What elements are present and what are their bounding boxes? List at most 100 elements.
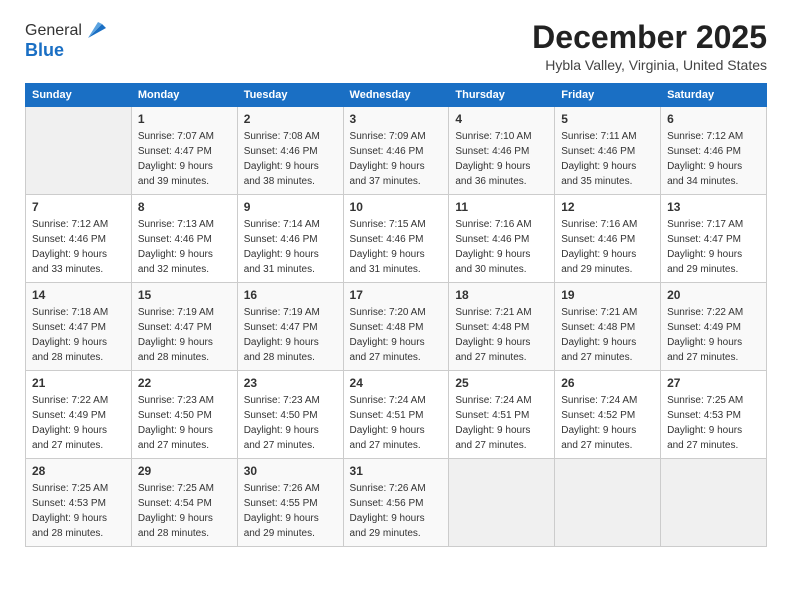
calendar-cell: 18 Sunrise: 7:21 AMSunset: 4:48 PMDaylig… xyxy=(449,283,555,371)
calendar-cell xyxy=(26,107,132,195)
day-number: 26 xyxy=(561,375,654,391)
day-sunrise: Sunrise: 7:16 AMSunset: 4:46 PMDaylight:… xyxy=(561,219,637,275)
day-sunrise: Sunrise: 7:20 AMSunset: 4:48 PMDaylight:… xyxy=(350,307,426,363)
day-number: 9 xyxy=(244,199,337,215)
day-sunrise: Sunrise: 7:22 AMSunset: 4:49 PMDaylight:… xyxy=(667,307,743,363)
day-number: 16 xyxy=(244,287,337,303)
calendar-cell: 31 Sunrise: 7:26 AMSunset: 4:56 PMDaylig… xyxy=(343,459,449,547)
day-sunrise: Sunrise: 7:26 AMSunset: 4:56 PMDaylight:… xyxy=(350,483,426,539)
calendar-cell: 30 Sunrise: 7:26 AMSunset: 4:55 PMDaylig… xyxy=(237,459,343,547)
calendar-cell: 6 Sunrise: 7:12 AMSunset: 4:46 PMDayligh… xyxy=(661,107,767,195)
col-thursday: Thursday xyxy=(449,84,555,107)
day-sunrise: Sunrise: 7:24 AMSunset: 4:52 PMDaylight:… xyxy=(561,395,637,451)
calendar-cell: 4 Sunrise: 7:10 AMSunset: 4:46 PMDayligh… xyxy=(449,107,555,195)
calendar-header: Sunday Monday Tuesday Wednesday Thursday… xyxy=(26,84,767,107)
calendar-cell: 23 Sunrise: 7:23 AMSunset: 4:50 PMDaylig… xyxy=(237,371,343,459)
day-sunrise: Sunrise: 7:12 AMSunset: 4:46 PMDaylight:… xyxy=(32,219,108,275)
day-number: 28 xyxy=(32,463,125,479)
day-number: 17 xyxy=(350,287,443,303)
calendar-cell: 20 Sunrise: 7:22 AMSunset: 4:49 PMDaylig… xyxy=(661,283,767,371)
day-sunrise: Sunrise: 7:16 AMSunset: 4:46 PMDaylight:… xyxy=(455,219,531,275)
day-number: 20 xyxy=(667,287,760,303)
day-number: 7 xyxy=(32,199,125,215)
header: General Blue December 2025 Hybla Valley,… xyxy=(25,20,767,73)
day-sunrise: Sunrise: 7:17 AMSunset: 4:47 PMDaylight:… xyxy=(667,219,743,275)
calendar-cell: 19 Sunrise: 7:21 AMSunset: 4:48 PMDaylig… xyxy=(555,283,661,371)
logo-blue-text: Blue xyxy=(25,40,106,61)
day-sunrise: Sunrise: 7:13 AMSunset: 4:46 PMDaylight:… xyxy=(138,219,214,275)
day-sunrise: Sunrise: 7:25 AMSunset: 4:53 PMDaylight:… xyxy=(667,395,743,451)
calendar-cell xyxy=(555,459,661,547)
day-sunrise: Sunrise: 7:19 AMSunset: 4:47 PMDaylight:… xyxy=(244,307,320,363)
calendar-week-3: 14 Sunrise: 7:18 AMSunset: 4:47 PMDaylig… xyxy=(26,283,767,371)
calendar-cell: 5 Sunrise: 7:11 AMSunset: 4:46 PMDayligh… xyxy=(555,107,661,195)
logo-icon xyxy=(84,20,106,42)
calendar-cell: 8 Sunrise: 7:13 AMSunset: 4:46 PMDayligh… xyxy=(131,195,237,283)
col-tuesday: Tuesday xyxy=(237,84,343,107)
calendar-cell: 2 Sunrise: 7:08 AMSunset: 4:46 PMDayligh… xyxy=(237,107,343,195)
day-sunrise: Sunrise: 7:14 AMSunset: 4:46 PMDaylight:… xyxy=(244,219,320,275)
day-sunrise: Sunrise: 7:24 AMSunset: 4:51 PMDaylight:… xyxy=(455,395,531,451)
col-monday: Monday xyxy=(131,84,237,107)
location-title: Hybla Valley, Virginia, United States xyxy=(532,57,767,73)
calendar-cell: 1 Sunrise: 7:07 AMSunset: 4:47 PMDayligh… xyxy=(131,107,237,195)
day-number: 14 xyxy=(32,287,125,303)
calendar-week-5: 28 Sunrise: 7:25 AMSunset: 4:53 PMDaylig… xyxy=(26,459,767,547)
calendar-cell: 26 Sunrise: 7:24 AMSunset: 4:52 PMDaylig… xyxy=(555,371,661,459)
day-number: 13 xyxy=(667,199,760,215)
col-wednesday: Wednesday xyxy=(343,84,449,107)
day-sunrise: Sunrise: 7:23 AMSunset: 4:50 PMDaylight:… xyxy=(138,395,214,451)
calendar-cell: 16 Sunrise: 7:19 AMSunset: 4:47 PMDaylig… xyxy=(237,283,343,371)
calendar-cell: 9 Sunrise: 7:14 AMSunset: 4:46 PMDayligh… xyxy=(237,195,343,283)
header-row: Sunday Monday Tuesday Wednesday Thursday… xyxy=(26,84,767,107)
calendar-cell: 3 Sunrise: 7:09 AMSunset: 4:46 PMDayligh… xyxy=(343,107,449,195)
day-sunrise: Sunrise: 7:19 AMSunset: 4:47 PMDaylight:… xyxy=(138,307,214,363)
day-number: 19 xyxy=(561,287,654,303)
calendar-cell: 15 Sunrise: 7:19 AMSunset: 4:47 PMDaylig… xyxy=(131,283,237,371)
day-number: 21 xyxy=(32,375,125,391)
calendar-cell: 29 Sunrise: 7:25 AMSunset: 4:54 PMDaylig… xyxy=(131,459,237,547)
calendar-cell: 24 Sunrise: 7:24 AMSunset: 4:51 PMDaylig… xyxy=(343,371,449,459)
day-number: 5 xyxy=(561,111,654,127)
day-number: 6 xyxy=(667,111,760,127)
calendar-cell: 17 Sunrise: 7:20 AMSunset: 4:48 PMDaylig… xyxy=(343,283,449,371)
day-number: 10 xyxy=(350,199,443,215)
day-sunrise: Sunrise: 7:21 AMSunset: 4:48 PMDaylight:… xyxy=(455,307,531,363)
day-sunrise: Sunrise: 7:21 AMSunset: 4:48 PMDaylight:… xyxy=(561,307,637,363)
day-sunrise: Sunrise: 7:10 AMSunset: 4:46 PMDaylight:… xyxy=(455,131,531,187)
logo-general-text: General xyxy=(25,22,82,40)
calendar-week-2: 7 Sunrise: 7:12 AMSunset: 4:46 PMDayligh… xyxy=(26,195,767,283)
day-number: 4 xyxy=(455,111,548,127)
calendar-cell: 14 Sunrise: 7:18 AMSunset: 4:47 PMDaylig… xyxy=(26,283,132,371)
day-number: 1 xyxy=(138,111,231,127)
day-sunrise: Sunrise: 7:12 AMSunset: 4:46 PMDaylight:… xyxy=(667,131,743,187)
calendar-cell xyxy=(449,459,555,547)
page: General Blue December 2025 Hybla Valley,… xyxy=(0,0,792,612)
day-sunrise: Sunrise: 7:24 AMSunset: 4:51 PMDaylight:… xyxy=(350,395,426,451)
day-number: 30 xyxy=(244,463,337,479)
day-number: 29 xyxy=(138,463,231,479)
logo: General Blue xyxy=(25,20,106,61)
day-sunrise: Sunrise: 7:23 AMSunset: 4:50 PMDaylight:… xyxy=(244,395,320,451)
calendar-cell xyxy=(661,459,767,547)
day-number: 18 xyxy=(455,287,548,303)
calendar-cell: 27 Sunrise: 7:25 AMSunset: 4:53 PMDaylig… xyxy=(661,371,767,459)
calendar-cell: 13 Sunrise: 7:17 AMSunset: 4:47 PMDaylig… xyxy=(661,195,767,283)
day-number: 3 xyxy=(350,111,443,127)
day-sunrise: Sunrise: 7:26 AMSunset: 4:55 PMDaylight:… xyxy=(244,483,320,539)
calendar-week-4: 21 Sunrise: 7:22 AMSunset: 4:49 PMDaylig… xyxy=(26,371,767,459)
day-number: 27 xyxy=(667,375,760,391)
calendar-cell: 22 Sunrise: 7:23 AMSunset: 4:50 PMDaylig… xyxy=(131,371,237,459)
calendar-cell: 12 Sunrise: 7:16 AMSunset: 4:46 PMDaylig… xyxy=(555,195,661,283)
title-section: December 2025 Hybla Valley, Virginia, Un… xyxy=(532,20,767,73)
day-number: 23 xyxy=(244,375,337,391)
day-number: 31 xyxy=(350,463,443,479)
day-sunrise: Sunrise: 7:07 AMSunset: 4:47 PMDaylight:… xyxy=(138,131,214,187)
calendar-week-1: 1 Sunrise: 7:07 AMSunset: 4:47 PMDayligh… xyxy=(26,107,767,195)
calendar-body: 1 Sunrise: 7:07 AMSunset: 4:47 PMDayligh… xyxy=(26,107,767,547)
day-number: 12 xyxy=(561,199,654,215)
day-number: 24 xyxy=(350,375,443,391)
calendar-table: Sunday Monday Tuesday Wednesday Thursday… xyxy=(25,83,767,547)
calendar-cell: 11 Sunrise: 7:16 AMSunset: 4:46 PMDaylig… xyxy=(449,195,555,283)
day-number: 22 xyxy=(138,375,231,391)
